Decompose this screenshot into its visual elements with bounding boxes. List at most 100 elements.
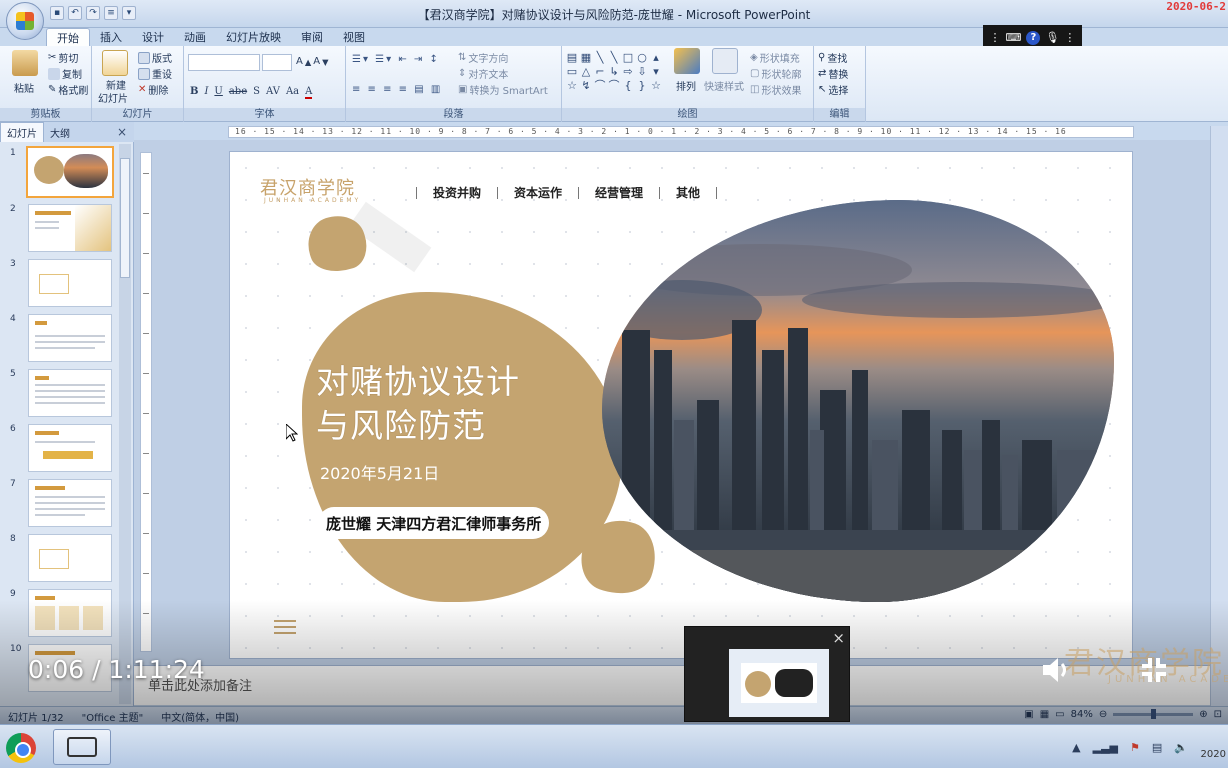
tab-design[interactable]: 设计 <box>132 28 174 46</box>
slide-thumbnail-3[interactable]: 3 <box>6 259 114 309</box>
arrange-icon[interactable] <box>674 48 700 74</box>
bold-button[interactable]: B <box>190 86 198 99</box>
speaker-icon[interactable]: 🔈 <box>1174 741 1188 754</box>
slide-thumbnail-1[interactable]: 1 <box>6 146 114 198</box>
tab-home[interactable]: 开始 <box>46 28 90 46</box>
ime-menu-icon[interactable]: ⋮ <box>1064 31 1075 44</box>
font-name-combo[interactable] <box>188 54 260 71</box>
align-buttons[interactable]: ≡ ≡ ≡ ≡ ▤ ▥ <box>352 84 442 95</box>
sorter-view-icon[interactable]: ▦ <box>1040 709 1049 720</box>
recording-date: 2020-06-2 <box>1166 0 1226 13</box>
microphone-icon[interactable]: 🎙 <box>1045 31 1059 44</box>
group-clipboard: 粘贴 ✂ 剪切 复制 ✎ 格式刷 剪贴板 <box>0 46 92 122</box>
network-icon[interactable]: ▂▃▅ <box>1093 741 1118 754</box>
spacing-button[interactable]: AV <box>266 86 280 99</box>
language-indicator[interactable]: 中文(简体，中国) <box>161 709 239 724</box>
tab-view[interactable]: 视图 <box>333 28 375 46</box>
layout-button[interactable]: 版式 <box>138 50 172 65</box>
author-label[interactable]: 庞世耀 天津四方君汇律师事务所 <box>318 507 550 539</box>
keyboard-icon[interactable]: ⌨ <box>1006 31 1022 44</box>
scroll-thumb[interactable] <box>120 158 130 278</box>
delete-slide-button[interactable]: ✕ 删除 <box>138 82 168 97</box>
italic-button[interactable]: I <box>204 86 208 99</box>
video-preview-thumbnail[interactable]: × <box>684 626 850 722</box>
tab-slides[interactable]: 幻灯片 <box>0 122 44 142</box>
font-color-button[interactable]: A <box>305 86 313 99</box>
drawing-label: 绘图 <box>562 108 813 121</box>
slide-thumbnail-6[interactable]: 6 <box>6 424 114 474</box>
slide-thumbnail-5[interactable]: 5 <box>6 369 114 419</box>
tab-slideshow[interactable]: 幻灯片放映 <box>216 28 291 46</box>
slide-thumbnail-2[interactable]: 2 <box>6 204 114 254</box>
slide-thumbnail-4[interactable]: 4 <box>6 314 114 364</box>
shapes-gallery[interactable]: ▤ ▦ ╲ ╲ □ ○ ▴ ▭ △ ⌐ ↳ ⇨ ⇩ ▾ ☆ ↯ ⌒ ⌒{} ☆ <box>566 52 662 92</box>
tab-insert[interactable]: 插入 <box>90 28 132 46</box>
select-button[interactable]: ↖ 选择 <box>818 82 848 97</box>
preview-close-icon[interactable]: × <box>832 629 845 647</box>
tab-review[interactable]: 审阅 <box>291 28 333 46</box>
shape-fill-button[interactable]: ◈ 形状填充 <box>750 50 800 65</box>
taskbar-app-recorder[interactable] <box>53 729 111 765</box>
quick-styles-icon[interactable] <box>712 48 738 74</box>
tray-expand-icon[interactable]: ▲ <box>1072 741 1080 754</box>
grow-font-button[interactable]: A ▲ A ▼ <box>296 56 329 67</box>
exit-fullscreen-icon[interactable] <box>1140 656 1168 684</box>
copy-icon <box>48 67 60 80</box>
zoom-slider[interactable] <box>1113 709 1194 719</box>
align-text-button[interactable]: ⇕ 对齐文本 <box>458 66 508 81</box>
panel-scrollbar[interactable] <box>119 144 131 704</box>
list-buttons[interactable]: ☰▾ ☰▾ ⇤ ⇥ ↕ <box>352 54 440 65</box>
security-icon[interactable]: ⚑ <box>1130 741 1140 754</box>
new-slide-icon[interactable] <box>102 50 128 76</box>
format-painter-button[interactable]: ✎ 格式刷 <box>48 82 88 97</box>
device-icon[interactable]: ▤ <box>1152 741 1162 754</box>
slideshow-view-icon[interactable]: ▭ <box>1055 709 1064 720</box>
paste-button[interactable]: 粘贴 <box>14 80 34 95</box>
slide-canvas[interactable]: 君汉商学院 JUNHAN ACADEMY 投资并购 资本运作 经营管理 其他 对… <box>230 152 1132 658</box>
slide-thumbnail-9[interactable]: 9 <box>6 589 114 639</box>
slide-thumbnail-7[interactable]: 7 <box>6 479 114 529</box>
normal-view-icon[interactable]: ▣ <box>1024 709 1033 720</box>
shadow-button[interactable]: S <box>253 86 260 99</box>
underline-button[interactable]: U <box>214 86 222 99</box>
cut-button[interactable]: ✂ 剪切 <box>48 50 78 65</box>
chrome-icon[interactable] <box>6 733 36 763</box>
zoom-in-icon[interactable]: ⊕ <box>1199 709 1207 720</box>
tab-outline[interactable]: 大纲 <box>44 123 76 142</box>
slide-title-line1: 对赌协议设计 <box>316 362 520 401</box>
taskbar-clock[interactable]: 2020 <box>1201 749 1226 760</box>
zoom-out-icon[interactable]: ⊖ <box>1099 709 1107 720</box>
text-direction-button[interactable]: ⇅ 文字方向 <box>458 50 508 65</box>
slide-thumbnail-8[interactable]: 8 <box>6 534 114 584</box>
change-case-button[interactable]: Aa <box>286 86 299 99</box>
help-icon[interactable]: ? <box>1026 30 1041 45</box>
new-slide-button-line2[interactable]: 幻灯片 <box>98 90 128 105</box>
editor-vertical-scrollbar[interactable] <box>1210 126 1228 706</box>
preview-image <box>729 649 829 717</box>
quick-styles-button[interactable]: 快速样式 <box>704 78 744 93</box>
smartart-button[interactable]: ▣ 转换为 SmartArt <box>458 82 548 97</box>
arrange-button[interactable]: 排列 <box>676 78 696 93</box>
group-font: A ▲ A ▼ B I U abe S AV Aa A 字体 <box>184 46 346 122</box>
strikethrough-button[interactable]: abe <box>229 86 247 99</box>
shape-outline-button[interactable]: ▢ 形状轮廓 <box>750 66 801 81</box>
fit-window-icon[interactable]: ⊡ <box>1214 709 1222 720</box>
font-size-combo[interactable] <box>262 54 292 71</box>
tab-animation[interactable]: 动画 <box>174 28 216 46</box>
reset-button[interactable]: 重设 <box>138 66 172 81</box>
shape-effects-button[interactable]: ◫ 形状效果 <box>750 82 801 97</box>
slide-title[interactable]: 对赌协议设计 与风险防范 <box>316 360 520 448</box>
slide-date[interactable]: 2020年5月21日 <box>320 460 439 484</box>
replace-button[interactable]: ⇄ 替换 <box>818 66 848 81</box>
find-button[interactable]: ⚲ 查找 <box>818 50 847 65</box>
panel-close-icon[interactable]: × <box>117 125 127 139</box>
office-button[interactable] <box>6 2 44 40</box>
fill-icon: ◈ <box>750 52 758 63</box>
ribbon: 粘贴 ✂ 剪切 复制 ✎ 格式刷 剪贴板 新建 幻灯片 版式 重设 ✕ 删除 幻灯片 … <box>0 46 1228 122</box>
copy-button[interactable]: 复制 <box>48 66 82 81</box>
zoom-level[interactable]: 84% <box>1071 709 1093 720</box>
thumbnail-preview <box>28 369 112 417</box>
taskbar: ▲ ▂▃▅ ⚑ ▤ 🔈 2020 <box>0 724 1228 768</box>
paste-icon[interactable] <box>12 50 38 76</box>
volume-icon[interactable] <box>1040 655 1074 685</box>
